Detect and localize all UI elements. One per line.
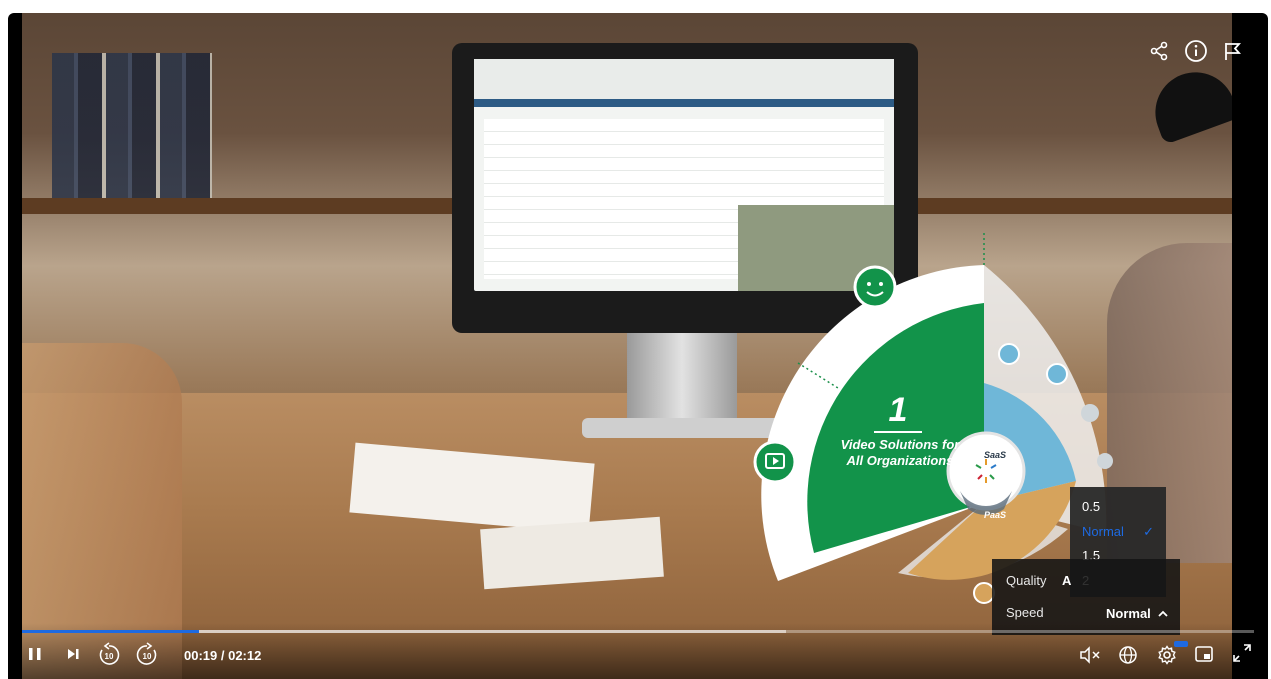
quality-label[interactable]: Quality (1006, 573, 1046, 588)
hd-badge (1174, 641, 1188, 647)
smiley-badge-icon (853, 265, 897, 309)
chevron-up-icon (1158, 606, 1169, 621)
flag-icon[interactable] (1222, 39, 1244, 63)
overlay-caption: Video Solutions for All Organizations (820, 437, 980, 469)
progress-bar[interactable] (22, 630, 1254, 633)
speed-option-selected[interactable]: Normal ✓ (1082, 524, 1162, 539)
speed-option-label: Normal (1082, 524, 1124, 539)
tan-ring-icon (973, 582, 995, 604)
graduation-ring-icon (1046, 363, 1068, 385)
speed-value[interactable]: Normal (1106, 606, 1169, 621)
paas-label: PaaS (983, 510, 1007, 520)
progress-played (22, 630, 200, 633)
monitor-ring-icon (998, 343, 1020, 365)
control-bar: 10 10 00:19 / 02:12 (8, 623, 1268, 679)
check-icon: ✓ (1143, 524, 1154, 539)
share-icon[interactable] (1148, 39, 1170, 63)
overlay-number: 1 (888, 391, 908, 429)
picture-in-picture-icon[interactable] (1194, 645, 1214, 663)
pause-icon[interactable] (26, 645, 44, 663)
forward-10-icon[interactable]: 10 (134, 642, 160, 668)
overlay-caption-line1: Video Solutions for (840, 437, 960, 452)
next-icon[interactable] (64, 645, 82, 663)
ring-dot-icon (1081, 404, 1099, 422)
overlay-divider (874, 431, 922, 433)
top-toolbar (1148, 39, 1244, 63)
rewind-10-label: 10 (105, 652, 114, 661)
rewind-10-icon[interactable]: 10 (96, 642, 122, 668)
quality-value[interactable]: A (1062, 573, 1071, 588)
info-icon[interactable] (1184, 39, 1208, 63)
speed-label[interactable]: Speed (1006, 605, 1044, 620)
overlay-caption-line2: All Organizations (846, 453, 954, 468)
saas-label: SaaS (983, 450, 1007, 460)
ring-dot-icon (1097, 453, 1113, 469)
video-player[interactable]: 1 Video Solutions for All Organizations … (8, 13, 1268, 679)
speed-value-text: Normal (1106, 606, 1151, 621)
time-display: 00:19 / 02:12 (184, 648, 262, 663)
gear-icon[interactable] (1157, 645, 1177, 665)
globe-icon[interactable] (1118, 645, 1138, 665)
fullscreen-icon[interactable] (1232, 643, 1252, 663)
speed-option[interactable]: 0.5 (1082, 499, 1162, 514)
forward-10-label: 10 (143, 652, 152, 661)
mute-icon[interactable] (1078, 645, 1102, 665)
